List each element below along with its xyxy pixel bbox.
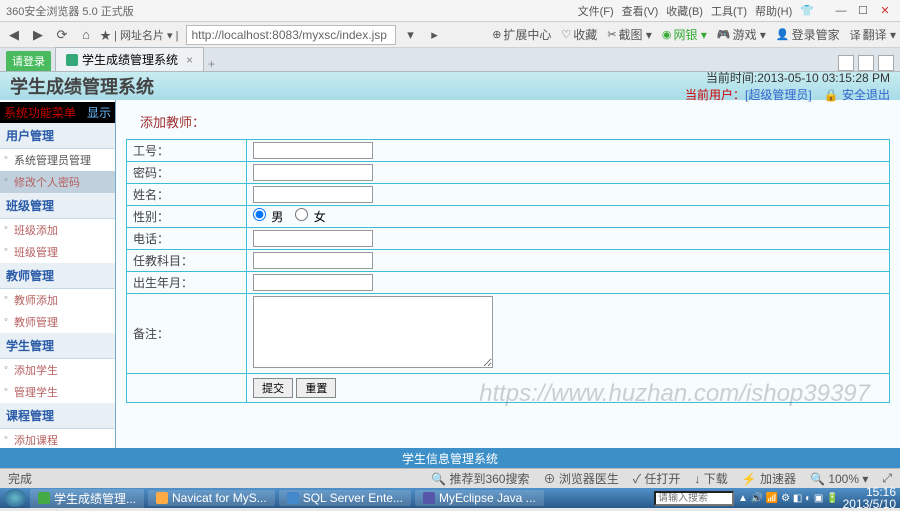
status-rec[interactable]: 🔍 推荐到360搜索: [431, 470, 529, 487]
sidebar-item-0-1[interactable]: 修改个人密码: [0, 171, 115, 193]
app-title: 学生成绩管理系统: [10, 73, 154, 99]
submit-button[interactable]: 提交: [253, 378, 293, 398]
status-zoom[interactable]: 🔍 100% ▾: [810, 472, 868, 486]
sidebar-item-3-0[interactable]: 添加学生: [0, 359, 115, 381]
page-content: 学生成绩管理系统 当前时间:2013-05-10 03:15:28 PM 当前用…: [0, 72, 900, 472]
user-link[interactable]: [超级管理员]: [745, 88, 812, 102]
close-icon[interactable]: ✕: [876, 4, 894, 18]
radio-female[interactable]: 女: [295, 208, 325, 225]
status-open[interactable]: ✓ 任打开: [633, 470, 681, 487]
task-navicat[interactable]: Navicat for MyS...: [148, 490, 275, 506]
browser-status-bar: 完成 🔍 推荐到360搜索 ⊕ 浏览器医生 ✓ 任打开 ↓ 下载 ⚡ 加速器 🔍…: [0, 468, 900, 488]
sidebar-group-0[interactable]: 用户管理: [0, 123, 115, 149]
sidebar-group-4[interactable]: 课程管理: [0, 403, 115, 429]
screenshot-btn[interactable]: ✂ 截图 ▾: [607, 26, 652, 43]
skin-icon[interactable]: 👕: [800, 4, 814, 17]
input-subject[interactable]: [253, 252, 373, 269]
input-id[interactable]: [253, 142, 373, 159]
status-done: 完成: [8, 470, 32, 487]
menu-tools[interactable]: 工具(T): [711, 3, 747, 19]
login-mgr-btn[interactable]: 👤 登录管家: [776, 26, 840, 43]
maximize-icon[interactable]: ☐: [854, 4, 872, 18]
sidebar-group-1[interactable]: 班级管理: [0, 193, 115, 219]
lbl-pwd: 密码：: [127, 162, 247, 184]
input-name[interactable]: [253, 186, 373, 203]
status-accel[interactable]: ⚡ 加速器: [742, 470, 796, 487]
addr-prefix: ★ | 网址名片 ▾ |: [100, 27, 178, 43]
search-toggle-icon[interactable]: ▸: [424, 25, 444, 45]
app-header: 学生成绩管理系统 当前时间:2013-05-10 03:15:28 PM 当前用…: [0, 72, 900, 100]
sidebar-item-0-0[interactable]: 系统管理员管理: [0, 149, 115, 171]
status-doctor[interactable]: ⊕ 浏览器医生: [543, 470, 618, 487]
home-icon[interactable]: ⌂: [76, 25, 96, 45]
menu-fav[interactable]: 收藏(B): [666, 3, 703, 19]
tab-favicon: [66, 54, 78, 66]
tab-active[interactable]: 学生成绩管理系统 ×: [55, 47, 204, 71]
bank-btn[interactable]: ◉ 网银 ▾: [662, 26, 707, 43]
sidebar-item-2-1[interactable]: 教师管理: [0, 311, 115, 333]
sidebar: 系统功能菜单显示 用户管理系统管理员管理修改个人密码班级管理班级添加班级管理教师…: [0, 72, 116, 472]
menu-file[interactable]: 文件(F): [578, 3, 614, 19]
start-button[interactable]: [4, 489, 26, 507]
reload-icon[interactable]: ⟳: [52, 25, 72, 45]
sidebar-group-3[interactable]: 学生管理: [0, 333, 115, 359]
ext-center[interactable]: ⊕ 扩展中心: [492, 26, 551, 43]
teacher-form: 工号： 密码： 姓名： 性别： 男 女 电话： 任教科目： 出生年月： 备注： …: [126, 139, 890, 403]
input-pwd[interactable]: [253, 164, 373, 181]
taskbar-clock[interactable]: 15:162013/5/10: [843, 486, 896, 510]
new-tab-icon[interactable]: +: [208, 57, 215, 71]
lbl-memo: 备注：: [127, 294, 247, 374]
task-browser[interactable]: 学生成绩管理...: [30, 489, 144, 508]
taskbar-search[interactable]: [654, 491, 734, 506]
back-icon[interactable]: ◀: [4, 25, 24, 45]
radio-male[interactable]: 男: [253, 208, 283, 225]
sidebar-item-1-1[interactable]: 班级管理: [0, 241, 115, 263]
menu-help[interactable]: 帮助(H): [755, 3, 792, 19]
tab-close-icon[interactable]: ×: [186, 53, 193, 67]
status-expand-icon[interactable]: ⤢: [882, 471, 892, 486]
address-bar[interactable]: http://localhost:8083/myxsc/index.jsp: [186, 25, 396, 45]
sidebar-item-2-0[interactable]: 教师添加: [0, 289, 115, 311]
lbl-subject: 任教科目：: [127, 250, 247, 272]
menu-view[interactable]: 查看(V): [622, 3, 659, 19]
minimize-icon[interactable]: —: [832, 4, 850, 18]
fav-btn[interactable]: ♡ 收藏: [561, 26, 597, 43]
translate-btn[interactable]: 译 翻译 ▾: [850, 26, 896, 43]
lbl-name: 姓名：: [127, 184, 247, 206]
input-tel[interactable]: [253, 230, 373, 247]
sidebar-group-2[interactable]: 教师管理: [0, 263, 115, 289]
sidebar-item-3-1[interactable]: 管理学生: [0, 381, 115, 403]
lbl-id: 工号：: [127, 140, 247, 162]
browser-toolbar: ◀ ▶ ⟳ ⌂ ★ | 网址名片 ▾ | http://localhost:80…: [0, 22, 900, 48]
browser-title-bar: 360安全浏览器 5.0 正式版 文件(F) 查看(V) 收藏(B) 工具(T)…: [0, 0, 900, 22]
go-icon[interactable]: ▾: [400, 25, 420, 45]
form-title: 添加教师：: [140, 112, 890, 131]
logout-link[interactable]: 安全退出: [842, 88, 890, 102]
sidebar-header: 系统功能菜单显示: [0, 102, 115, 123]
input-memo[interactable]: [253, 296, 493, 368]
lock-icon: 🔒: [824, 88, 839, 102]
system-tray[interactable]: ▲ 🔊 📶 ⚙ ◧ ◐ ▣ 🔋: [738, 493, 839, 504]
app-footer: 学生信息管理系统: [0, 448, 900, 468]
browser-title: 360安全浏览器 5.0 正式版: [6, 3, 134, 19]
tab-title: 学生成绩管理系统: [82, 51, 178, 68]
lbl-dob: 出生年月：: [127, 272, 247, 294]
game-btn[interactable]: 🎮 游戏 ▾: [717, 26, 766, 43]
windows-taskbar: 学生成绩管理... Navicat for MyS... SQL Server …: [0, 488, 900, 508]
task-sqlserver[interactable]: SQL Server Ente...: [279, 490, 411, 506]
status-download[interactable]: ↓ 下载: [694, 470, 727, 487]
input-dob[interactable]: [253, 274, 373, 291]
forward-icon[interactable]: ▶: [28, 25, 48, 45]
login-box[interactable]: 请登录: [6, 51, 51, 71]
sidebar-item-1-0[interactable]: 班级添加: [0, 219, 115, 241]
main-panel: 添加教师： 工号： 密码： 姓名： 性别： 男 女 电话： 任教科目： 出生年月…: [116, 72, 900, 472]
reset-button[interactable]: 重置: [296, 378, 336, 398]
lbl-sex: 性别：: [127, 206, 247, 228]
task-myeclipse[interactable]: MyEclipse Java ...: [415, 490, 544, 506]
lbl-tel: 电话：: [127, 228, 247, 250]
